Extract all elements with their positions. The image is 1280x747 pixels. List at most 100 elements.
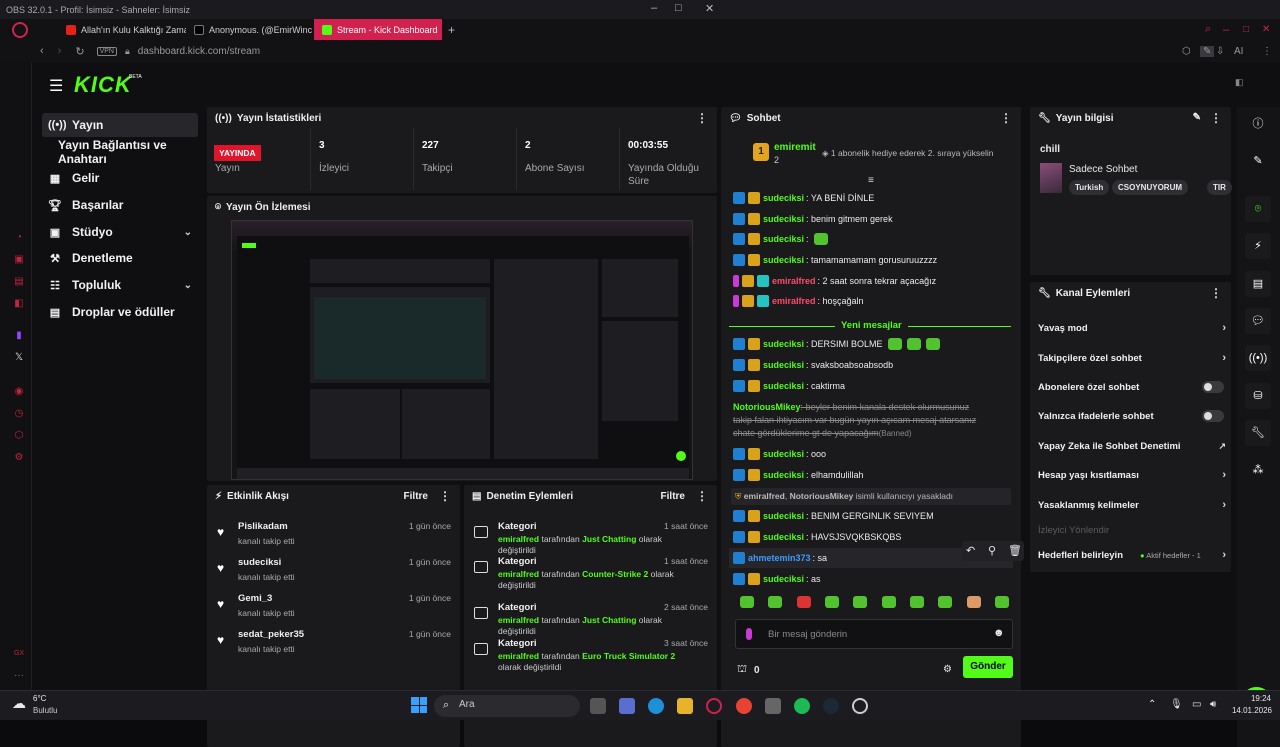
ai-button[interactable]: AI: [1234, 46, 1243, 57]
url-field[interactable]: dashboard.kick.com/stream: [138, 46, 260, 57]
x-sidebar-icon[interactable]: 𝕏: [13, 352, 25, 364]
pin-icon[interactable]: ✎: [1200, 45, 1215, 57]
player-icon[interactable]: ◉: [13, 386, 25, 398]
chrome-icon[interactable]: [736, 698, 752, 714]
log-icon[interactable]: ▤: [1245, 271, 1271, 297]
edge-icon[interactable]: [648, 698, 664, 714]
action-slow-mode[interactable]: Yavaş mod ›: [1038, 318, 1226, 338]
chat-message[interactable]: sudeciksi: as: [733, 573, 1013, 586]
undo-icon[interactable]: ↶: [966, 544, 975, 557]
action-banned-words[interactable]: Yasaklanmış kelimeler ›: [1038, 495, 1226, 515]
browser-tab[interactable]: Anonymous. (@EmirWinc: [186, 19, 314, 40]
gx-icon[interactable]: GX: [13, 648, 25, 660]
emote-icon[interactable]: [909, 596, 924, 608]
nav-studyo[interactable]: ▣ Stüdyo ⌄: [42, 220, 198, 244]
chat-message[interactable]: sudeciksi: DERSIMI BOLME: [733, 338, 1013, 351]
chat-user[interactable]: sudeciksi: [763, 359, 804, 372]
pinned-user[interactable]: emiremit: [774, 142, 816, 153]
speed-dial-icon[interactable]: ◔: [13, 232, 25, 244]
menu-icon[interactable]: ⋮: [1262, 46, 1272, 57]
forward-icon[interactable]: ›: [58, 45, 62, 57]
emotes-only-toggle[interactable]: [1202, 410, 1224, 422]
action-emotes-only[interactable]: Yalnızca ifadelerle sohbet: [1038, 406, 1226, 426]
maximize-icon[interactable]: □: [1243, 24, 1249, 35]
shopping-icon[interactable]: ▣: [13, 254, 25, 266]
close-icon[interactable]: ✕: [1262, 24, 1270, 35]
history-icon[interactable]: ◷: [13, 408, 25, 420]
extensions-sidebar-icon[interactable]: ⬡: [13, 430, 25, 442]
chat-user[interactable]: sudeciksi: [763, 469, 804, 482]
nav-yayin[interactable]: ((•)) Yayın: [42, 113, 198, 137]
chat-message[interactable]: sudeciksi: elhamdulillah: [733, 469, 1013, 482]
minimize-icon[interactable]: –: [651, 2, 657, 14]
chat-message[interactable]: emiralfred: 2 saat sonra tekrar açacağız: [733, 275, 1013, 288]
start-icon[interactable]: [411, 697, 427, 713]
taskview-icon[interactable]: [590, 698, 606, 714]
chat-message[interactable]: sudeciksi: svaksboabsoabsodb: [733, 359, 1013, 372]
mod-game[interactable]: Counter-Strike 2: [582, 569, 648, 579]
chat-message[interactable]: sudeciksi: BENIM GERGINLIK SEVIYEM: [733, 510, 1013, 523]
filter-button[interactable]: Filtre: [661, 491, 685, 502]
info-icon[interactable]: ⓘ: [1245, 111, 1271, 137]
obs-icon[interactable]: [852, 698, 868, 714]
stream-preview[interactable]: [231, 220, 693, 480]
maximize-icon[interactable]: □: [675, 2, 682, 14]
chat-user[interactable]: sudeciksi: [763, 213, 804, 226]
nav-gelir[interactable]: ▦ Gelir: [42, 166, 198, 190]
camera-icon[interactable]: ⌾: [1245, 196, 1271, 222]
tag-chip[interactable]: CSOYNUYORUM: [1112, 180, 1189, 195]
feed-user[interactable]: Gemi_3: [238, 593, 272, 604]
emote-icon[interactable]: [938, 596, 953, 608]
more-icon[interactable]: ⋮: [439, 489, 451, 503]
download-icon[interactable]: ⇩: [1216, 46, 1224, 57]
emoji-icon[interactable]: ☻: [993, 627, 1005, 639]
settings-icon[interactable]: ⚙: [13, 452, 25, 464]
archive-icon[interactable]: ⛁: [1245, 383, 1271, 409]
chat-user[interactable]: sudeciksi: [763, 254, 804, 267]
more-icon[interactable]: ⋮: [1210, 111, 1222, 125]
chat-user[interactable]: sudeciksi: [763, 338, 804, 351]
browser-tab-active[interactable]: Stream - Kick Dashboard: [314, 19, 442, 40]
reload-icon[interactable]: ↻: [75, 45, 84, 58]
chat-message[interactable]: sudeciksi: YA BENİ DİNLE: [733, 192, 1013, 205]
emote-icon[interactable]: [881, 596, 896, 608]
send-button[interactable]: Gönder: [963, 656, 1013, 678]
spotify-icon[interactable]: [794, 698, 810, 714]
chat-message[interactable]: sudeciksi: benim gitmem gerek: [733, 213, 1013, 226]
chat-message[interactable]: sudeciksi: tamamamamam gorusuruuzzzz: [733, 254, 1013, 267]
emote-icon[interactable]: [966, 596, 981, 608]
wrench-icon[interactable]: 🔧︎: [1245, 420, 1271, 446]
more-icon[interactable]: ⋮: [1210, 286, 1222, 300]
add-widget-icon[interactable]: ⁂: [1245, 457, 1271, 483]
steam-icon[interactable]: [823, 698, 839, 714]
search-box[interactable]: [434, 695, 580, 717]
points-icon[interactable]: ⛫: [737, 663, 747, 677]
chat-user[interactable]: NotoriousMikey: [733, 402, 801, 412]
nav-topluluk[interactable]: ☷ Topluluk ⌄: [42, 273, 198, 297]
chat-user[interactable]: sudeciksi: [763, 510, 804, 523]
chat-user[interactable]: emiralfred: [772, 275, 816, 288]
more-icon[interactable]: ⋮: [1000, 111, 1012, 125]
mod-game[interactable]: Euro Truck Simulator 2: [582, 651, 675, 661]
search-tabs-icon[interactable]: ⌕: [1205, 23, 1211, 36]
action-followers-only[interactable]: Takipçilere özel sohbet ›: [1038, 348, 1226, 368]
clock-date[interactable]: 14.01.2026: [1222, 706, 1272, 715]
nav-denetleme[interactable]: ⚒ Denetleme: [42, 246, 198, 270]
hamburger-icon[interactable]: ☰: [49, 76, 63, 96]
mod-user[interactable]: emiralfred: [498, 615, 539, 625]
chat-message[interactable]: sudeciksi: ooo: [733, 448, 1013, 461]
wallet-icon[interactable]: ◧: [13, 298, 25, 310]
chat-message[interactable]: sudeciksi: caktirma: [733, 380, 1013, 393]
volume-icon[interactable]: 🔊︎: [1210, 699, 1216, 710]
mod-user[interactable]: emiralfred: [498, 534, 539, 544]
opera-logo-icon[interactable]: [12, 21, 28, 38]
extensions-icon[interactable]: ⬡: [1182, 46, 1191, 57]
settings-icon[interactable]: ⚙: [943, 664, 952, 675]
system-user[interactable]: emiralfred: [744, 491, 785, 501]
chat-message[interactable]: emiralfred: hoşçağaln: [733, 295, 1013, 308]
chat-message-banned[interactable]: NotoriousMikey: beyler benim kanala dest…: [733, 401, 983, 440]
emote-icon[interactable]: [740, 596, 754, 608]
explorer-icon[interactable]: [677, 698, 693, 714]
new-tab-icon[interactable]: +: [448, 23, 455, 37]
edit-icon[interactable]: ✎: [1245, 148, 1271, 174]
